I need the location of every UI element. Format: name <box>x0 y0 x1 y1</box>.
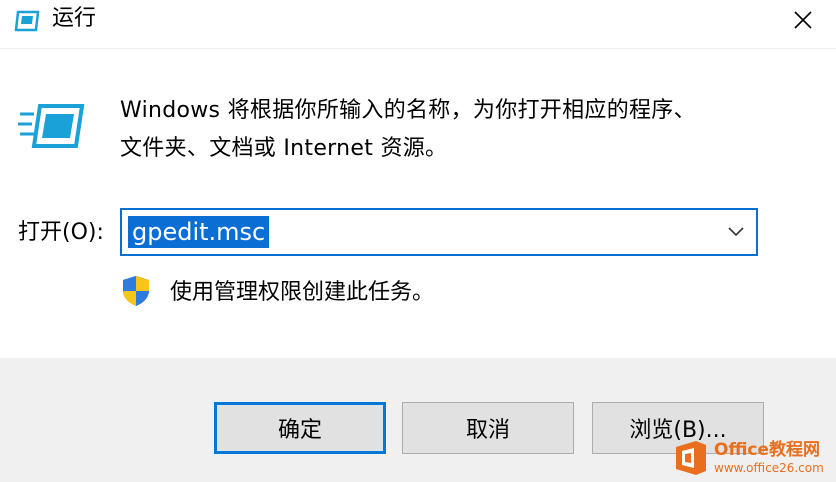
description-line-1: Windows 将根据你所输入的名称，为你打开相应的程序、 <box>120 98 696 123</box>
close-icon <box>794 11 812 29</box>
run-program-icon <box>18 104 85 148</box>
close-button[interactable] <box>780 0 826 40</box>
title-bar: 运行 <box>0 0 836 48</box>
chevron-down-icon <box>728 227 744 237</box>
description-line-2: 文件夹、文档或 Internet 资源。 <box>120 136 448 161</box>
watermark-brand: Office教程网 <box>714 440 821 460</box>
run-dialog-icon <box>14 10 40 32</box>
cancel-button[interactable]: 取消 <box>402 402 574 454</box>
combobox-dropdown-button[interactable] <box>724 220 748 244</box>
office-logo-icon <box>676 441 706 475</box>
uac-shield-icon <box>123 276 149 306</box>
admin-note: 使用管理权限创建此任务。 <box>170 280 435 305</box>
watermark: Office教程网 www.office26.com <box>672 436 832 480</box>
open-combobox[interactable]: gpedit.msc <box>120 208 758 256</box>
open-input[interactable]: gpedit.msc <box>128 216 270 248</box>
open-label: 打开(O): <box>18 220 104 245</box>
window-title: 运行 <box>52 6 97 31</box>
ok-button[interactable]: 确定 <box>214 402 386 454</box>
description: Windows 将根据你所输入的名称，为你打开相应的程序、 文件夹、文档或 In… <box>120 92 800 168</box>
watermark-url: www.office26.com <box>714 461 824 475</box>
